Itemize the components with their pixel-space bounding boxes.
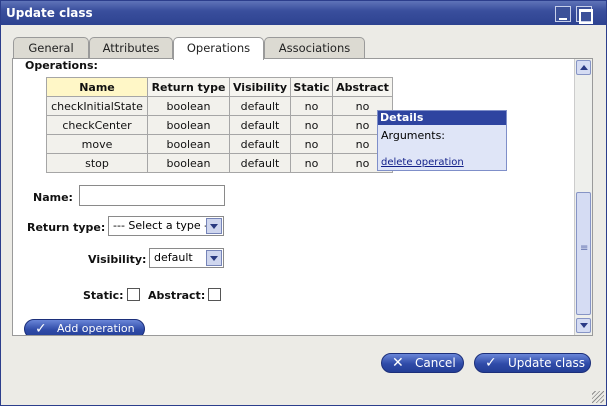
check-icon: ✓ (485, 355, 497, 371)
column-header-static[interactable]: Static (290, 77, 333, 97)
update-class-label: Update class (508, 356, 586, 370)
cell-static: no (290, 153, 333, 173)
delete-operation-link[interactable]: delete operation (381, 157, 464, 168)
cell-static: no (290, 96, 333, 116)
column-header-abstract[interactable]: Abstract (332, 77, 393, 97)
tab-associations[interactable]: Associations (264, 37, 365, 59)
update-class-dialog: Update class General Attributes Operatio… (0, 0, 607, 406)
cell-name: stop (46, 153, 148, 173)
cancel-button[interactable]: ✕ Cancel (381, 353, 464, 373)
close-icon: ✕ (392, 355, 404, 371)
operations-table: Name Return type Visibility Static Abstr… (46, 77, 393, 173)
chevron-down-icon[interactable] (206, 218, 222, 234)
cell-return-type: boolean (147, 134, 230, 154)
tab-general[interactable]: General (13, 37, 89, 59)
scroll-up-icon[interactable] (576, 60, 591, 75)
title-bar: Update class (1, 1, 606, 25)
details-popup: Details Arguments: delete operation (377, 110, 507, 171)
operations-scroll-area: Operations: Name Return type Visibility … (13, 59, 573, 335)
name-label: Name: (33, 191, 73, 204)
scrollbar-thumb[interactable] (576, 192, 591, 315)
cell-visibility: default (229, 153, 291, 173)
cell-static: no (290, 115, 333, 135)
return-type-label: Return type: (27, 221, 106, 234)
column-header-visibility[interactable]: Visibility (229, 77, 291, 97)
cell-return-type: boolean (147, 153, 230, 173)
cell-name: checkCenter (46, 115, 148, 135)
table-row[interactable]: checkCenter boolean default no no (46, 115, 393, 135)
abstract-label: Abstract: (148, 289, 206, 302)
cancel-label: Cancel (415, 356, 456, 370)
arguments-label: Arguments: (381, 129, 446, 142)
cell-return-type: boolean (147, 115, 230, 135)
name-input[interactable] (79, 185, 225, 206)
details-title: Details (378, 111, 506, 125)
visibility-label: Visibility: (88, 253, 147, 266)
abstract-checkbox[interactable] (208, 288, 221, 301)
scroll-down-icon[interactable] (576, 318, 591, 333)
cell-name: checkInitialState (46, 96, 148, 116)
operations-panel: Operations: Name Return type Visibility … (12, 58, 593, 336)
update-class-button[interactable]: ✓ Update class (474, 353, 591, 373)
cell-static: no (290, 134, 333, 154)
table-row[interactable]: stop boolean default no no (46, 153, 393, 173)
resize-grip-icon[interactable] (592, 391, 604, 403)
return-type-select[interactable]: --- Select a type --- (108, 216, 224, 236)
maximize-icon[interactable] (576, 6, 593, 24)
visibility-select[interactable]: default (149, 248, 224, 268)
minimize-icon[interactable] (555, 6, 571, 22)
operations-heading: Operations: (25, 59, 98, 72)
vertical-scrollbar[interactable] (574, 59, 592, 335)
add-operation-label: Add operation (57, 322, 135, 335)
tab-attributes[interactable]: Attributes (89, 37, 173, 59)
cell-visibility: default (229, 96, 291, 116)
cell-return-type: boolean (147, 96, 230, 116)
static-checkbox[interactable] (127, 288, 140, 301)
cell-visibility: default (229, 115, 291, 135)
return-type-value: --- Select a type --- (113, 219, 217, 232)
column-header-return-type[interactable]: Return type (147, 77, 230, 97)
visibility-value: default (154, 251, 193, 264)
tab-operations[interactable]: Operations (173, 37, 264, 60)
static-label: Static: (83, 289, 124, 302)
chevron-down-icon[interactable] (206, 250, 222, 266)
check-icon: ✓ (35, 321, 47, 335)
table-header-row: Name Return type Visibility Static Abstr… (46, 77, 393, 97)
cell-visibility: default (229, 134, 291, 154)
column-header-name[interactable]: Name (46, 77, 148, 97)
table-row[interactable]: checkInitialState boolean default no no (46, 96, 393, 116)
window-title: Update class (6, 6, 93, 20)
table-row[interactable]: move boolean default no no (46, 134, 393, 154)
cell-name: move (46, 134, 148, 154)
add-operation-button[interactable]: ✓ Add operation (24, 319, 145, 335)
